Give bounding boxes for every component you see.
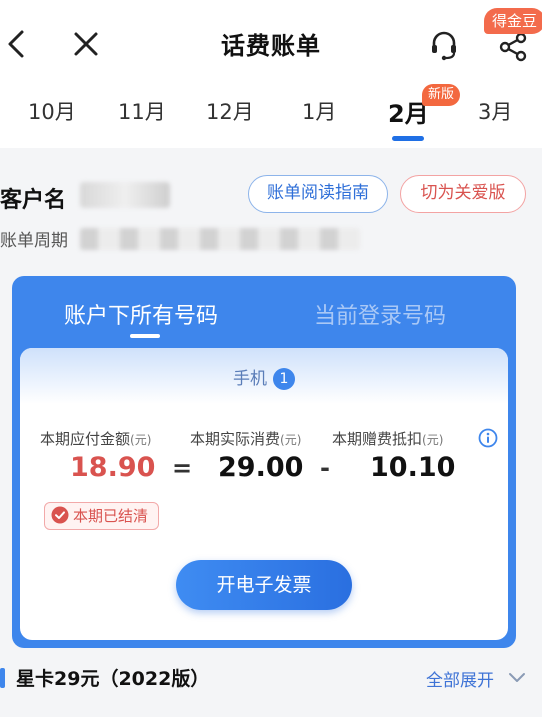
bill-guide-button[interactable]: 账单阅读指南 <box>248 175 388 213</box>
payable-amount: 18.90 <box>70 452 156 483</box>
plan-title: 星卡29元（2022版） <box>16 668 210 690</box>
bill-page: 话费账单 得金豆 10月 11月 12月 1月 2月 3月 新版 客户名 账单周… <box>0 0 542 717</box>
tab-all-numbers[interactable]: 账户下所有号码 <box>64 298 218 330</box>
tab-current-number[interactable]: 当前登录号码 <box>314 298 446 330</box>
settled-status-badge: 本期已结清 <box>44 502 160 530</box>
bill-period-redacted <box>80 228 360 250</box>
gold-bean-badge[interactable]: 得金豆 <box>484 8 542 34</box>
payable-label-text: 本期应付金额 <box>40 430 131 448</box>
share-icon[interactable] <box>496 32 530 62</box>
settled-status-text: 本期已结清 <box>73 507 149 525</box>
payable-label: 本期应付金额(元) <box>40 428 151 449</box>
bill-card: 账户下所有号码 当前登录号码 手机 1 本期应付金额(元) 本期实际消费(元) 本… <box>12 276 516 648</box>
actual-unit: (元) <box>280 433 302 447</box>
payable-unit: (元) <box>130 433 152 447</box>
chevron-down-icon[interactable] <box>508 670 526 684</box>
phone-tab[interactable]: 手机 1 <box>20 364 508 390</box>
care-mode-button[interactable]: 切为关爱版 <box>400 175 526 213</box>
phone-tab-label: 手机 <box>233 369 267 389</box>
top-bar: 话费账单 得金豆 <box>0 0 542 84</box>
customer-name-label: 客户名 <box>0 188 67 213</box>
headset-icon[interactable] <box>428 28 460 62</box>
deduct-label: 本期赠费抵扣(元) <box>332 428 443 449</box>
deduct-label-text: 本期赠费抵扣 <box>332 430 423 448</box>
e-invoice-button[interactable]: 开电子发票 <box>176 560 352 610</box>
actual-amount: 29.00 <box>218 452 304 483</box>
plan-accent-bar <box>0 668 5 688</box>
month-tabs: 10月 11月 12月 1月 2月 3月 新版 <box>0 84 542 148</box>
phone-count-badge: 1 <box>273 368 295 390</box>
equals-sign: = <box>172 454 193 482</box>
tab-month-12[interactable]: 12月 <box>206 96 254 126</box>
minus-sign: - <box>320 454 330 482</box>
info-icon[interactable] <box>478 428 498 448</box>
new-version-badge: 新版 <box>422 84 461 106</box>
tab-month-10[interactable]: 10月 <box>28 96 76 126</box>
tab-month-3[interactable]: 3月 <box>478 96 512 126</box>
actual-label-text: 本期实际消费 <box>190 430 281 448</box>
page-title: 话费账单 <box>221 32 321 60</box>
actual-label: 本期实际消费(元) <box>190 428 301 449</box>
deduct-amount: 10.10 <box>370 452 456 483</box>
expand-all-link[interactable]: 全部展开 <box>426 666 494 691</box>
customer-name-redacted <box>80 182 170 208</box>
deduct-unit: (元) <box>422 433 444 447</box>
card-tab-underline <box>130 334 160 338</box>
check-circle-icon <box>51 506 69 524</box>
tab-month-11[interactable]: 11月 <box>118 96 166 126</box>
active-tab-underline <box>392 136 424 141</box>
bill-summary-panel: 手机 1 本期应付金额(元) 本期实际消费(元) 本期赠费抵扣(元) 18.90 … <box>20 348 508 640</box>
tab-month-1[interactable]: 1月 <box>302 96 336 126</box>
bill-period-label: 账单周期 <box>0 231 68 251</box>
